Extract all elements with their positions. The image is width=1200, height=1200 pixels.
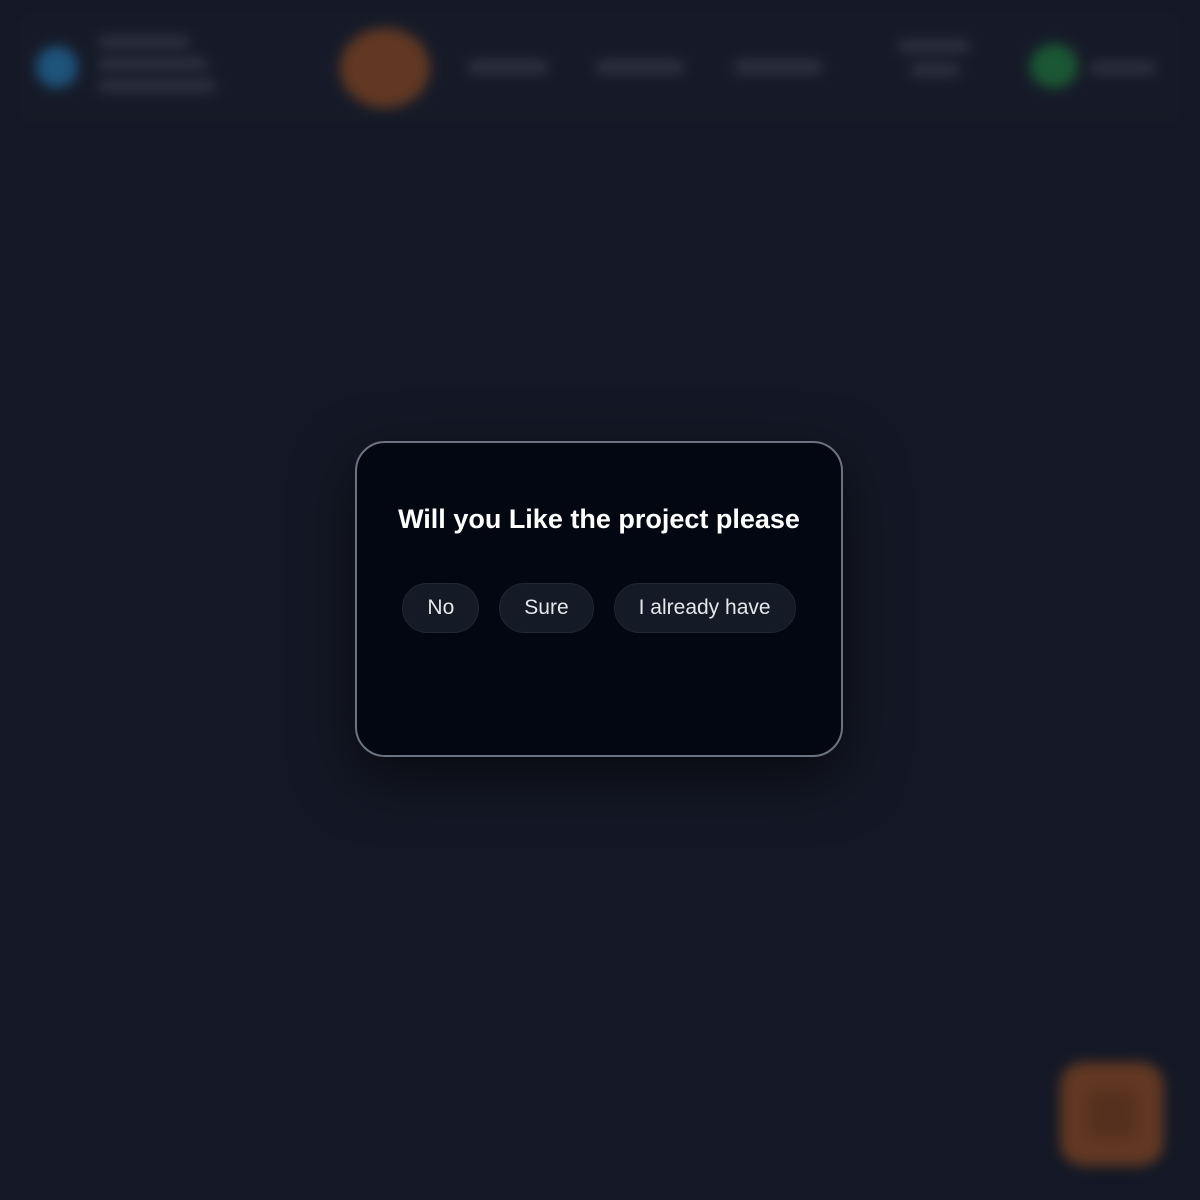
dialog-title: Will you Like the project please: [398, 504, 800, 534]
dialog-button-row: No Sure I already have: [357, 583, 841, 633]
like-project-dialog: Will you Like the project please No Sure…: [355, 441, 843, 757]
already-have-button[interactable]: I already have: [613, 583, 796, 633]
no-button[interactable]: No: [402, 583, 480, 633]
sure-button[interactable]: Sure: [499, 583, 594, 633]
